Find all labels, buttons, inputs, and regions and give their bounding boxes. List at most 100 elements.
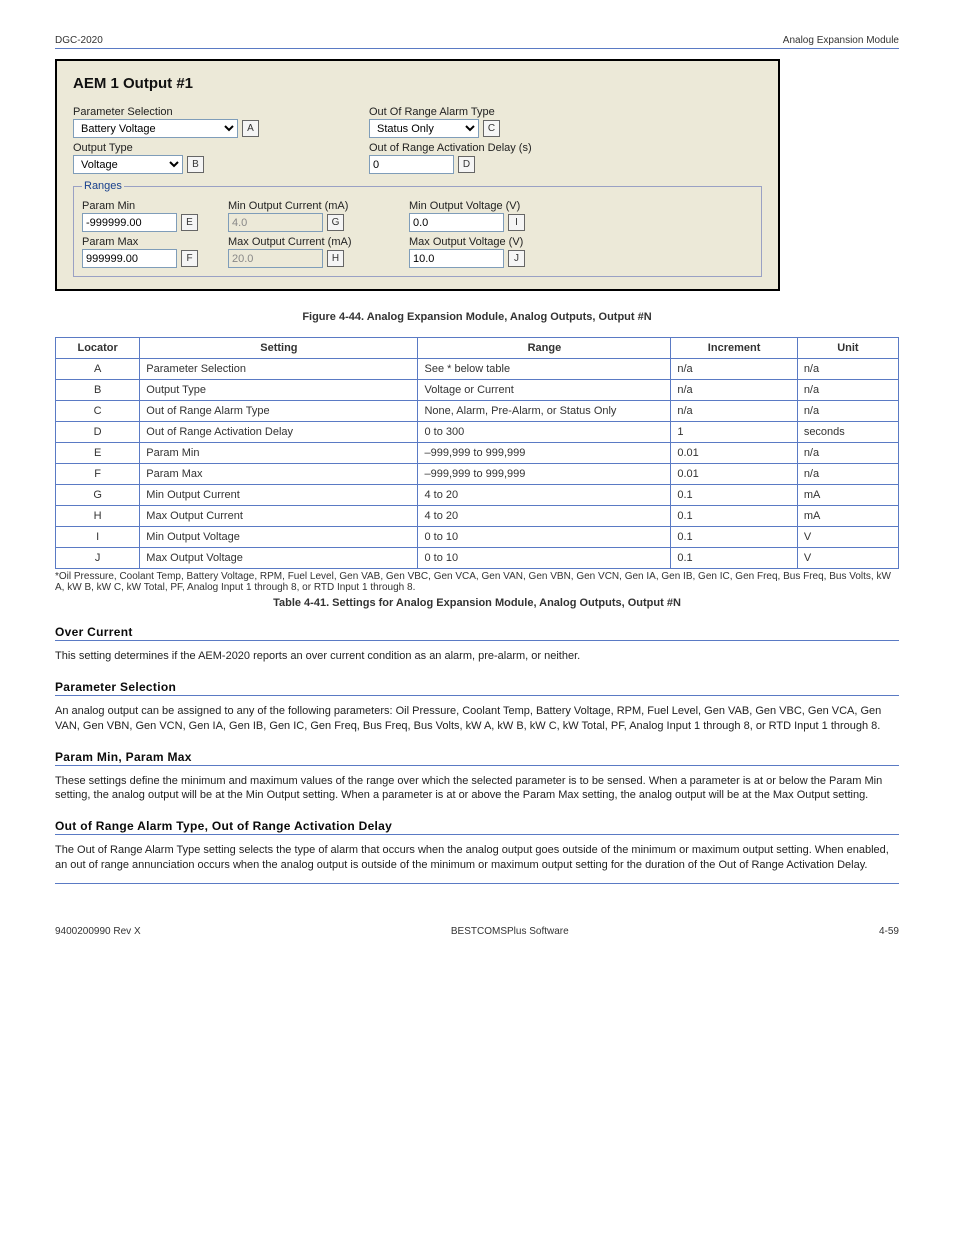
th-setting: Setting [140, 338, 418, 359]
table-row: AParameter SelectionSee * below tablen/a… [56, 359, 899, 380]
table-cell: 0.01 [671, 464, 797, 485]
table-header-row: Locator Setting Range Increment Unit [56, 338, 899, 359]
rule [55, 695, 899, 696]
output-type-select[interactable]: Voltage [73, 155, 183, 174]
table-cell: I [56, 527, 140, 548]
label-alarm-type: Out Of Range Alarm Type [369, 106, 532, 118]
table-cell: G [56, 485, 140, 506]
table-cell: n/a [671, 359, 797, 380]
table-row: IMin Output Voltage0 to 100.1V [56, 527, 899, 548]
rule [55, 640, 899, 641]
label-min-out-current: Min Output Current (mA) [228, 200, 403, 212]
activation-delay-input[interactable] [369, 155, 454, 174]
label-max-out-current: Max Output Current (mA) [228, 236, 403, 248]
table-footnote: *Oil Pressure, Coolant Temp, Battery Vol… [55, 571, 899, 593]
min-out-current-input[interactable] [228, 213, 323, 232]
badge-e: E [181, 214, 198, 231]
table-row: DOut of Range Activation Delay0 to 3001s… [56, 422, 899, 443]
footer-page: 4-59 [879, 926, 899, 937]
section-over-current-body: This setting determines if the AEM-2020 … [55, 649, 899, 664]
table-cell: Out of Range Activation Delay [140, 422, 418, 443]
badge-a: A [242, 120, 259, 137]
footer-rev: 9400200990 Rev X [55, 926, 141, 937]
table-cell: 0.1 [671, 527, 797, 548]
table-row: EParam Min–999,999 to 999,9990.01n/a [56, 443, 899, 464]
table-cell: n/a [797, 443, 898, 464]
param-max-input[interactable] [82, 249, 177, 268]
table-cell: V [797, 548, 898, 569]
th-range: Range [418, 338, 671, 359]
footer-title: BESTCOMSPlus Software [451, 926, 569, 937]
table-row: COut of Range Alarm TypeNone, Alarm, Pre… [56, 401, 899, 422]
table-cell: 4 to 20 [418, 506, 671, 527]
table-cell: Parameter Selection [140, 359, 418, 380]
label-param-max: Param Max [82, 236, 222, 248]
table-cell: 0 to 10 [418, 548, 671, 569]
badge-d: D [458, 156, 475, 173]
table-cell: None, Alarm, Pre-Alarm, or Status Only [418, 401, 671, 422]
max-out-current-input[interactable] [228, 249, 323, 268]
rule [55, 834, 899, 835]
panel-title: AEM 1 Output #1 [73, 75, 762, 92]
label-output-type: Output Type [73, 142, 259, 154]
table-cell: n/a [671, 401, 797, 422]
table-cell: F [56, 464, 140, 485]
table-cell: n/a [797, 464, 898, 485]
table-cell: Min Output Current [140, 485, 418, 506]
label-param-min: Param Min [82, 200, 222, 212]
table-cell: seconds [797, 422, 898, 443]
th-increment: Increment [671, 338, 797, 359]
min-out-voltage-input[interactable] [409, 213, 504, 232]
table-cell: C [56, 401, 140, 422]
table-cell: 0.01 [671, 443, 797, 464]
table-cell: n/a [797, 359, 898, 380]
section-out-of-range-body: The Out of Range Alarm Type setting sele… [55, 843, 899, 873]
table-cell: Param Min [140, 443, 418, 464]
section-param-minmax-body: These settings define the minimum and ma… [55, 774, 899, 804]
rule [55, 765, 899, 766]
table-cell: mA [797, 485, 898, 506]
ranges-legend: Ranges [82, 180, 124, 192]
table-cell: D [56, 422, 140, 443]
table-cell: 4 to 20 [418, 485, 671, 506]
badge-b: B [187, 156, 204, 173]
table-row: FParam Max–999,999 to 999,9990.01n/a [56, 464, 899, 485]
table-cell: 0 to 10 [418, 527, 671, 548]
settings-table: Locator Setting Range Increment Unit APa… [55, 337, 899, 569]
badge-c: C [483, 120, 500, 137]
table-cell: Out of Range Alarm Type [140, 401, 418, 422]
header-subject: Analog Expansion Module [783, 35, 899, 46]
table-cell: n/a [671, 380, 797, 401]
table-cell: B [56, 380, 140, 401]
badge-h: H [327, 250, 344, 267]
table-cell: Max Output Current [140, 506, 418, 527]
table-caption: Table 4-41. Settings for Analog Expansio… [55, 597, 899, 609]
label-min-out-voltage: Min Output Voltage (V) [409, 200, 584, 212]
th-locator: Locator [56, 338, 140, 359]
top-rule [55, 48, 899, 49]
label-parameter-selection: Parameter Selection [73, 106, 259, 118]
badge-g: G [327, 214, 344, 231]
panel-col-right: Out Of Range Alarm Type Status Only C Ou… [369, 102, 532, 174]
section-param-minmax-title: Param Min, Param Max [55, 750, 899, 764]
badge-i: I [508, 214, 525, 231]
th-unit: Unit [797, 338, 898, 359]
header-model: DGC-2020 [55, 35, 103, 46]
table-cell: Param Max [140, 464, 418, 485]
param-min-input[interactable] [82, 213, 177, 232]
figure-caption: Figure 4-44. Analog Expansion Module, An… [55, 311, 899, 323]
table-cell: 0 to 300 [418, 422, 671, 443]
alarm-type-select[interactable]: Status Only [369, 119, 479, 138]
table-cell: Output Type [140, 380, 418, 401]
bottom-rule [55, 883, 899, 884]
table-cell: 0.1 [671, 485, 797, 506]
table-cell: n/a [797, 380, 898, 401]
table-cell: mA [797, 506, 898, 527]
label-max-out-voltage: Max Output Voltage (V) [409, 236, 584, 248]
badge-j: J [508, 250, 525, 267]
max-out-voltage-input[interactable] [409, 249, 504, 268]
table-row: GMin Output Current4 to 200.1mA [56, 485, 899, 506]
table-cell: E [56, 443, 140, 464]
panel-col-left: Parameter Selection Battery Voltage A Ou… [73, 102, 259, 174]
parameter-selection-select[interactable]: Battery Voltage [73, 119, 238, 138]
